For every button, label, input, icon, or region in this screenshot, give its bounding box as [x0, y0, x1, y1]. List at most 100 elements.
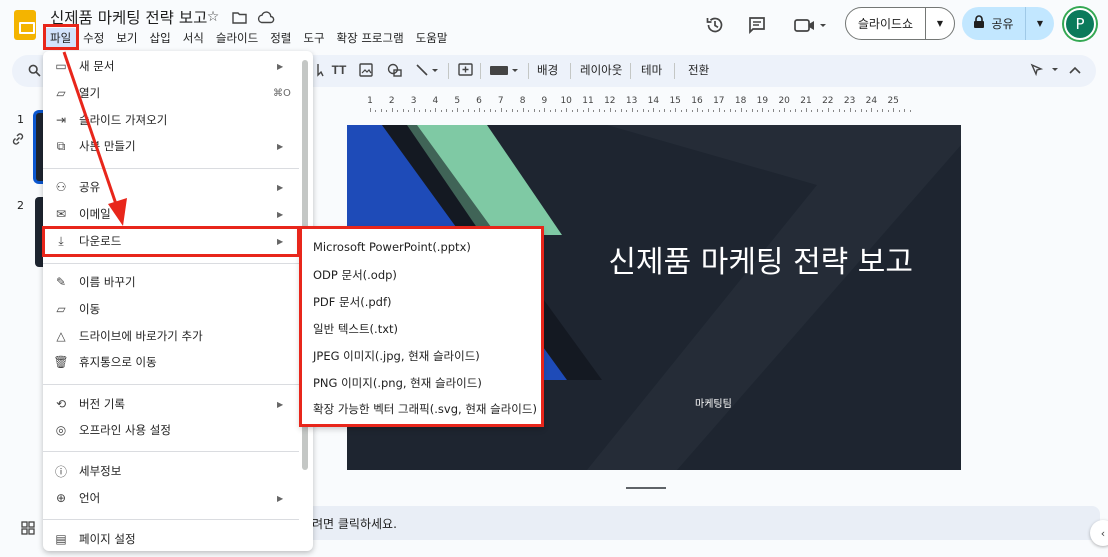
search-menus-icon[interactable]: [25, 61, 43, 79]
ruler-tick: [582, 110, 584, 112]
ruler-tick: [675, 108, 677, 112]
share-button[interactable]: 공유 ▼: [962, 7, 1054, 40]
menu-divider: [43, 168, 299, 169]
file-menu-item-label: 열기: [79, 86, 101, 100]
toolbar-divider: [630, 63, 631, 79]
file-menu-item[interactable]: △ 드라이브에 바로가기 추가: [43, 324, 299, 348]
ruler-tick: [386, 110, 388, 112]
horizontal-ruler[interactable]: 1 2 3 4 5 6 7 8 9 10 11 12 13 14 15 16 17 18 19 20 21 22 23 24 2…: [348, 96, 960, 112]
ruler-tick: [484, 110, 486, 112]
add-comment-icon[interactable]: [456, 61, 474, 79]
version-history-icon[interactable]: [703, 13, 727, 37]
file-menu-item[interactable]: ◎ 오프라인 사용 설정: [43, 418, 299, 442]
ruler-label: 4: [432, 96, 439, 106]
slide-subtitle[interactable]: 마케팅팀: [695, 395, 732, 410]
ruler-tick: [838, 109, 840, 112]
ruler-tick: [871, 108, 873, 112]
file-menu-item[interactable]: ⟲ 버전 기록 ▶: [43, 392, 299, 416]
file-menu-item[interactable]: ✉ 이메일 ▶: [43, 202, 299, 226]
ruler-label: 7: [497, 96, 504, 106]
move-folder-icon[interactable]: [230, 8, 248, 26]
menu-item[interactable]: 확장 프로그램: [331, 28, 410, 48]
background-button[interactable]: 배경: [537, 62, 558, 78]
file-menu-item[interactable]: ⚇ 공유 ▶: [43, 175, 299, 199]
line-icon[interactable]: [413, 61, 443, 79]
collapse-side-panel-icon[interactable]: ‹: [1090, 520, 1108, 546]
ruler-label: 9: [541, 96, 548, 106]
comments-icon[interactable]: [745, 13, 769, 37]
text-box-icon[interactable]: TT: [330, 61, 348, 79]
ruler-tick: [735, 110, 737, 112]
ruler-tick: [604, 110, 606, 112]
share-label: 공유: [991, 17, 1014, 31]
file-menu-item[interactable]: ⧉ 사본 만들기 ▶: [43, 134, 299, 158]
menu-item[interactable]: 도움말: [410, 28, 454, 48]
file-menu-item[interactable]: ▤ 페이지 설정: [43, 527, 299, 551]
file-menu-item[interactable]: 🗑 휴지통으로 이동: [43, 350, 299, 374]
slide-title[interactable]: 신제품 마케팅 전략 보고: [608, 237, 913, 281]
cursor-icon[interactable]: [312, 61, 330, 79]
ruler-tick: [440, 110, 442, 112]
submenu-arrow-icon: ▶: [277, 399, 284, 409]
menu-item[interactable]: 정렬: [264, 28, 297, 48]
menu-item[interactable]: 수정: [77, 28, 110, 48]
ruler-tick: [538, 110, 540, 112]
file-menu-item[interactable]: ▱ 이동: [43, 297, 299, 321]
menu-item[interactable]: 도구: [297, 28, 330, 48]
cloud-saved-icon[interactable]: [257, 8, 275, 26]
share-main[interactable]: 공유: [962, 7, 1026, 40]
meet-video-icon[interactable]: [792, 13, 830, 37]
shape-icon[interactable]: [385, 61, 403, 79]
move-folder-icon: ▱: [56, 302, 66, 316]
ruler-tick: [855, 110, 857, 112]
keyboard-icon[interactable]: [488, 61, 522, 79]
ruler-tick: [446, 109, 448, 112]
ruler-tick: [713, 110, 715, 112]
menu-item[interactable]: 서식: [177, 28, 210, 48]
slideshow-button[interactable]: 슬라이드쇼 ▼: [845, 7, 955, 40]
file-menu-item[interactable]: ⊕ 언어 ▶: [43, 486, 299, 510]
star-icon[interactable]: ☆: [204, 8, 222, 26]
chevron-down-icon[interactable]: ▼: [926, 8, 954, 39]
file-menu-item[interactable]: ▭ 새 문서 ▶: [43, 54, 299, 78]
avatar[interactable]: P: [1064, 8, 1096, 40]
menu-item[interactable]: 슬라이드: [210, 28, 264, 48]
ruler-tick: [489, 109, 491, 112]
menu-item[interactable]: 삽입: [144, 28, 177, 48]
file-menu-item-label: 오프라인 사용 설정: [79, 423, 171, 437]
ruler-tick: [865, 110, 867, 112]
chevron-down-icon[interactable]: ▼: [1026, 7, 1054, 40]
editing-mode-icon[interactable]: [1028, 61, 1062, 79]
ruler-label: 20: [778, 96, 790, 106]
ruler-tick: [909, 110, 911, 112]
ruler-tick: [653, 108, 655, 112]
ruler-label: 12: [604, 96, 616, 106]
file-menu-item[interactable]: ▱ 열기 ⌘O: [43, 81, 299, 105]
notes-resize-handle[interactable]: [626, 487, 666, 489]
layout-button[interactable]: 레이아웃: [580, 62, 622, 78]
slide-number: 2: [17, 199, 24, 212]
ruler-label: 21: [800, 96, 812, 106]
file-menu-item[interactable]: ⇥ 슬라이드 가져오기: [43, 108, 299, 132]
menu-divider: [43, 384, 299, 385]
ruler-tick: [566, 108, 568, 112]
menu-divider: [43, 451, 299, 452]
ruler-label: 24: [865, 96, 878, 106]
image-icon[interactable]: [357, 61, 375, 79]
menu-item[interactable]: 보기: [110, 28, 143, 48]
file-menu-item[interactable]: ⓘ 세부정보: [43, 459, 299, 483]
transition-button[interactable]: 전환: [688, 62, 709, 78]
grid-view-icon[interactable]: [20, 520, 36, 536]
slides-logo[interactable]: [14, 10, 36, 40]
theme-button[interactable]: 테마: [641, 62, 662, 78]
ruler-tick: [588, 108, 589, 112]
file-menu-item-label: 사본 만들기: [79, 139, 136, 153]
chevron-up-icon[interactable]: [1066, 61, 1084, 79]
rename-icon: ✎: [55, 275, 67, 289]
lock-icon: [973, 15, 985, 32]
ruler-label: 22: [822, 96, 834, 106]
ruler-tick: [778, 110, 780, 112]
slideshow-label[interactable]: 슬라이드쇼: [846, 8, 926, 39]
file-menu-item[interactable]: ✎ 이름 바꾸기: [43, 270, 299, 294]
ruler-tick: [647, 110, 649, 112]
